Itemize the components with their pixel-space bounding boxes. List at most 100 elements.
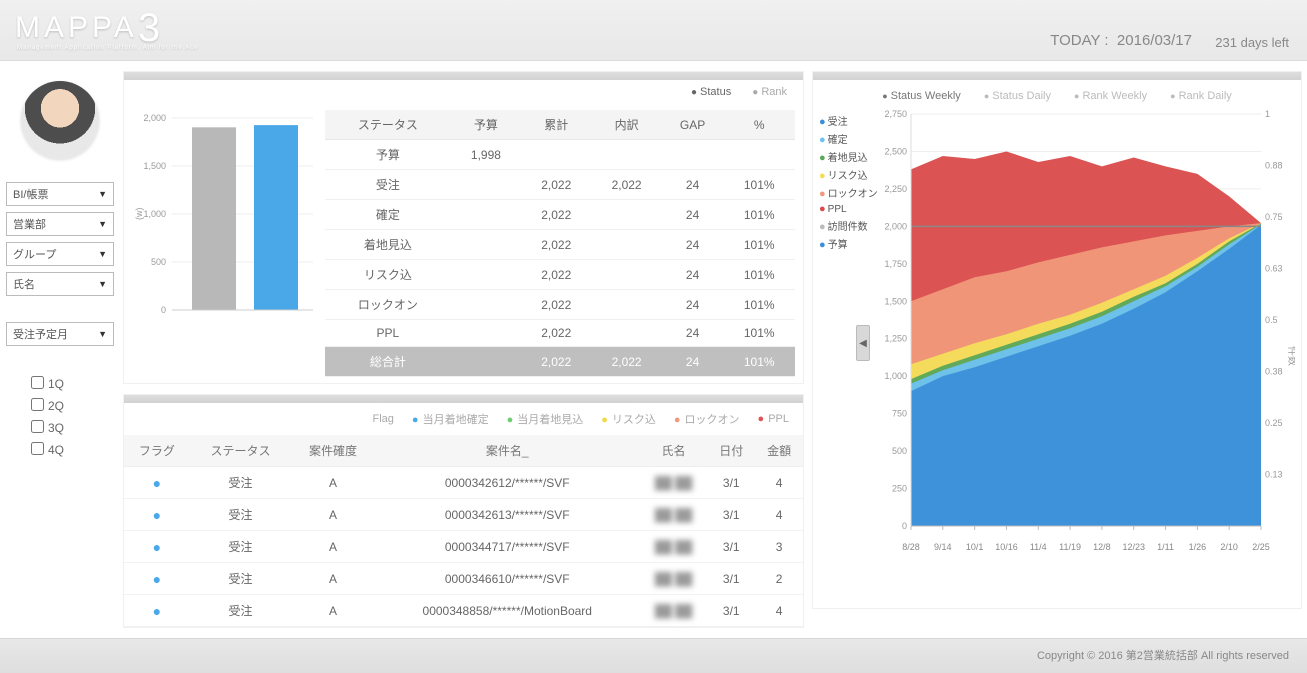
svg-text:2,250: 2,250 (884, 184, 907, 194)
svg-text:1,500: 1,500 (143, 161, 166, 171)
chevron-down-icon: ▼ (98, 279, 107, 289)
tab-status-weekly[interactable]: Status Weekly (882, 90, 961, 102)
checkbox-2Q[interactable] (31, 398, 44, 411)
svg-text:10/1: 10/1 (966, 542, 984, 552)
svg-text:0.75: 0.75 (1265, 212, 1283, 222)
kpi-col: % (723, 110, 795, 140)
chevron-down-icon: ▼ (98, 329, 107, 339)
svg-text:0: 0 (161, 305, 166, 315)
svg-text:1,750: 1,750 (884, 259, 907, 269)
svg-text:2,750: 2,750 (884, 109, 907, 119)
quarter-2Q[interactable]: 2Q (27, 395, 115, 414)
svg-text:500: 500 (151, 257, 166, 267)
kpi-col: 累計 (521, 110, 591, 140)
kpi-row: リスク込2,02224101% (325, 260, 795, 290)
deal-col: 金額 (755, 435, 803, 467)
table-row[interactable]: ●受注A0000344717/******/SVF██ ██3/13 (124, 531, 803, 563)
table-row[interactable]: ●受注A0000342612/******/SVF██ ██3/14 (124, 467, 803, 499)
tab-status[interactable]: Status (691, 86, 731, 98)
tab-rank[interactable]: Rank (752, 86, 787, 98)
kpi-barchart: 0 500 1,000 1,500 2,000 (w) (132, 110, 317, 330)
kpi-row: 予算1,998 (325, 140, 795, 170)
table-row[interactable]: ●受注A0000348858/******/MotionBoard██ ██3/… (124, 595, 803, 627)
select-4[interactable]: 受注予定月▼ (6, 322, 114, 346)
svg-text:1/11: 1/11 (1157, 542, 1174, 552)
deal-col: 案件名_ (375, 435, 640, 467)
avatar (21, 81, 99, 159)
legend-item: 予算 (819, 236, 875, 251)
svg-text:2,000: 2,000 (143, 113, 166, 123)
kpi-col: GAP (662, 110, 724, 140)
svg-text:8/28: 8/28 (902, 542, 920, 552)
svg-text:件数: 件数 (1286, 346, 1295, 366)
svg-text:11/19: 11/19 (1059, 542, 1081, 552)
header: MAPPA3 Management Application Platform, … (0, 0, 1307, 61)
svg-text:500: 500 (892, 446, 907, 456)
deal-col: フラグ (124, 435, 190, 467)
trend-tabs: Status Weekly Status Daily Rank Weekly R… (813, 80, 1301, 106)
legend-item: リスク込 (819, 167, 875, 182)
quarter-checkboxes: 1Q 2Q 3Q 4Q (5, 366, 115, 458)
kpi-row: 総合計2,0222,02224101% (325, 347, 795, 377)
quarter-1Q[interactable]: 1Q (27, 373, 115, 392)
svg-text:2,500: 2,500 (884, 146, 907, 156)
sidebar: BI/帳票▼ 営業部▼ グループ▼ 氏名▼ 受注予定月▼ 1Q 2Q 3Q 4Q (5, 71, 115, 638)
quarter-4Q[interactable]: 4Q (27, 439, 115, 458)
svg-text:1,000: 1,000 (143, 209, 166, 219)
legend-item: 訪問件数 (819, 218, 875, 233)
kpi-panel: Status Rank 0 500 1,000 1,500 2,000 (w) ステータス… (123, 71, 804, 384)
kpi-tabs: Status Rank (124, 80, 803, 100)
svg-text:1,000: 1,000 (884, 371, 907, 381)
footer-text: Copyright © 2016 第2営業統括部 All rights rese… (1037, 650, 1289, 662)
table-row[interactable]: ●受注A0000346610/******/SVF██ ██3/12 (124, 563, 803, 595)
kpi-table: ステータス予算累計内訳GAP%予算1,998受注2,0222,02224101%… (325, 110, 795, 377)
flag-dot-icon: ● (153, 539, 161, 555)
svg-text:0: 0 (902, 521, 907, 531)
checkbox-3Q[interactable] (31, 420, 44, 433)
tab-status-daily[interactable]: Status Daily (984, 90, 1051, 102)
flag-legend: Flag 当月着地確定 当月着地見込 リスク込 ロックオン PPL (124, 403, 803, 435)
svg-text:0.63: 0.63 (1265, 264, 1283, 274)
deal-col: 氏名 (640, 435, 708, 467)
svg-text:0.13: 0.13 (1265, 470, 1283, 480)
chevron-down-icon: ▼ (98, 249, 107, 259)
svg-text:1: 1 (1265, 109, 1270, 119)
kpi-row: PPL2,02224101% (325, 320, 795, 347)
svg-text:(w): (w) (134, 208, 144, 221)
svg-text:0.38: 0.38 (1265, 367, 1283, 377)
app-logo: MAPPA3 Management Application Platform, … (15, 6, 198, 51)
checkbox-1Q[interactable] (31, 376, 44, 389)
select-3[interactable]: 氏名▼ (6, 272, 114, 296)
kpi-row: 着地見込2,02224101% (325, 230, 795, 260)
legend-item: 着地見込 (819, 149, 875, 164)
kpi-row: 受注2,0222,02224101% (325, 170, 795, 200)
svg-text:11/4: 11/4 (1030, 542, 1047, 552)
svg-text:250: 250 (892, 484, 907, 494)
quarter-3Q[interactable]: 3Q (27, 417, 115, 436)
tab-rank-weekly[interactable]: Rank Weekly (1074, 90, 1147, 102)
flag-legend-label: Flag (373, 413, 394, 425)
logo-subtitle: Management Application Platform, Aim for… (17, 45, 198, 51)
svg-text:1,250: 1,250 (884, 334, 907, 344)
svg-text:12/23: 12/23 (1122, 542, 1145, 552)
tab-rank-daily[interactable]: Rank Daily (1170, 90, 1232, 102)
svg-text:12/8: 12/8 (1093, 542, 1111, 552)
select-1[interactable]: 営業部▼ (6, 212, 114, 236)
flag-dot-icon: ● (153, 603, 161, 619)
table-row[interactable]: ●受注A0000342613/******/SVF██ ██3/14 (124, 499, 803, 531)
select-0[interactable]: BI/帳票▼ (6, 182, 114, 206)
select-2[interactable]: グループ▼ (6, 242, 114, 266)
chevron-down-icon: ▼ (98, 189, 107, 199)
checkbox-4Q[interactable] (31, 442, 44, 455)
deal-col: 案件確度 (291, 435, 375, 467)
svg-text:2,000: 2,000 (884, 221, 907, 231)
trend-panel: Status Weekly Status Daily Rank Weekly R… (812, 71, 1302, 609)
deals-panel: Flag 当月着地確定 当月着地見込 リスク込 ロックオン PPL フラグステー… (123, 394, 804, 628)
svg-text:10/16: 10/16 (995, 542, 1018, 552)
legend-item: ロックオン (819, 185, 875, 200)
legend-item: 確定 (819, 131, 875, 146)
svg-text:9/14: 9/14 (934, 542, 952, 552)
kpi-row: 確定2,02224101% (325, 200, 795, 230)
today: TODAY : 2016/03/17 (1050, 32, 1192, 49)
panel-collapse-handle[interactable]: ◀ (856, 325, 870, 361)
